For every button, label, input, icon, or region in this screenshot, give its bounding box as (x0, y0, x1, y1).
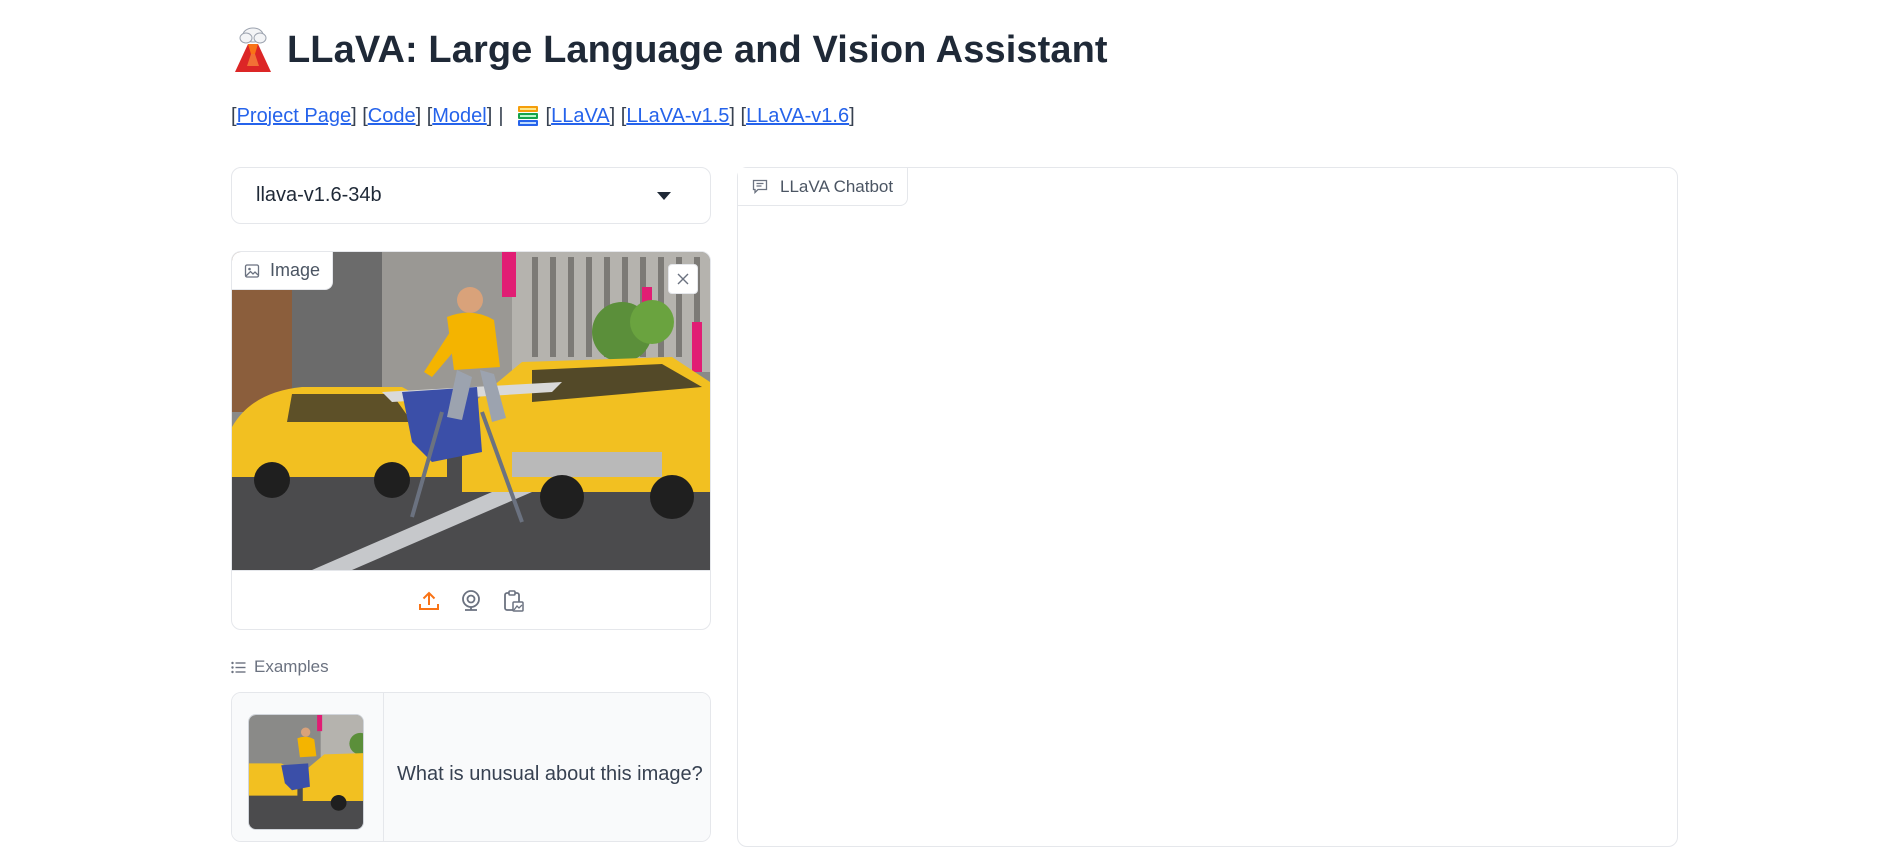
examples-heading: Examples (231, 657, 329, 677)
links-row: [Project Page] [Code] [Model] | [LLaVA] … (231, 104, 855, 128)
dropdown-arrow-icon (657, 191, 671, 200)
upload-button[interactable] (416, 588, 442, 614)
webcam-icon (462, 589, 480, 611)
project-page-link[interactable]: Project Page (237, 105, 352, 128)
examples-table: What is unusual about this image? (231, 692, 711, 842)
image-source-toolbar (232, 570, 710, 629)
page-title: LLaVA: Large Language and Vision Assista… (287, 28, 1108, 71)
example-prompt-text: What is unusual about this image? (397, 763, 703, 785)
image-icon (244, 263, 260, 278)
clipboard-icon (504, 589, 524, 612)
chatbot-panel: LLaVA Chatbot (737, 167, 1678, 847)
list-icon (231, 661, 246, 673)
code-link[interactable]: Code (368, 105, 416, 128)
image-panel-label: Image (232, 252, 334, 290)
close-icon (677, 273, 689, 285)
links-separator: | (498, 104, 504, 127)
clear-image-button[interactable] (668, 264, 698, 294)
model-dropdown[interactable]: llava-v1.6-34b (231, 167, 711, 224)
paste-from-clipboard-button[interactable] (500, 588, 526, 614)
llava-v16-link[interactable]: LLaVA-v1.6 (746, 105, 849, 128)
webcam-button[interactable] (458, 588, 484, 614)
example-thumbnail-image (249, 715, 363, 829)
model-dropdown-value: llava-v1.6-34b (256, 184, 382, 206)
chat-bubble-icon (752, 179, 768, 194)
example-row[interactable]: What is unusual about this image? (232, 693, 710, 841)
volcano-icon (235, 27, 271, 72)
example-thumbnail (248, 714, 364, 830)
upload-icon (419, 591, 439, 610)
model-link[interactable]: Model (432, 105, 486, 128)
page-header: LLaVA: Large Language and Vision Assista… (231, 22, 1108, 78)
uploaded-image (232, 252, 710, 570)
llava-v15-link[interactable]: LLaVA-v1.5 (626, 105, 729, 128)
chatbot-label: LLaVA Chatbot (738, 168, 909, 206)
llava-link[interactable]: LLaVA (551, 105, 610, 128)
books-icon (517, 106, 538, 126)
image-input-panel: Image (231, 251, 711, 630)
example-divider (383, 693, 384, 841)
